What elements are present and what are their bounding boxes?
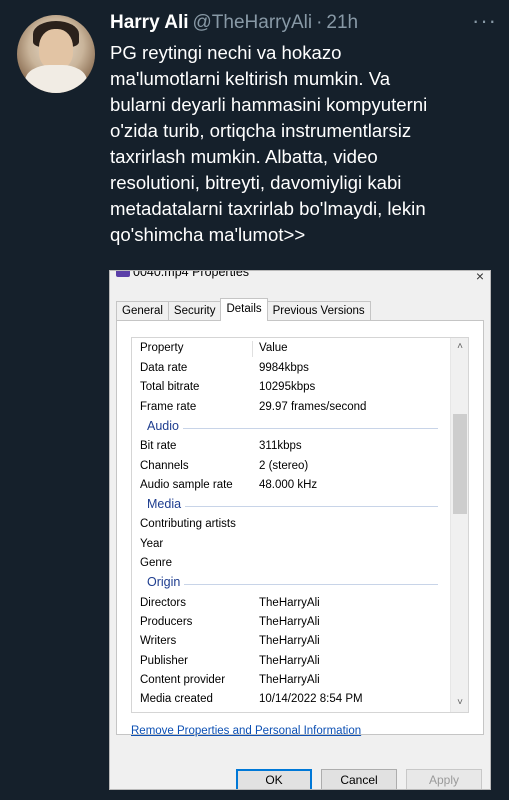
property-row[interactable]: Year: [132, 536, 450, 555]
tab-previous-versions[interactable]: Previous Versions: [266, 301, 371, 321]
section-divider: [147, 584, 438, 586]
property-row[interactable]: Contributing artists: [132, 516, 450, 535]
tweet-text-line: taxrirlash mumkin. Albatta, video: [110, 146, 378, 167]
property-name: Year: [140, 537, 164, 550]
remove-properties-link[interactable]: Remove Properties and Personal Informati…: [131, 725, 361, 737]
ok-button[interactable]: OK: [236, 769, 312, 789]
tweet-text-line: metadatalarni taxrirlab bo'lmaydi, lekin: [110, 198, 426, 219]
scroll-down-icon[interactable]: ˅: [451, 694, 468, 712]
section-divider: [147, 427, 438, 429]
property-row[interactable]: Total bitrate 10295kbps: [132, 379, 450, 398]
property-row[interactable]: Bit rate 311kbps: [132, 438, 450, 457]
dialog-title-text: 0040.mp4 Properties: [133, 270, 250, 279]
tweet-text: PG reytingi nechi va hokazo ma'lumotlarn…: [110, 40, 505, 248]
property-name: Frame rate: [140, 400, 197, 413]
tweet-text-line: bularni deyarli hammasini kompyuterni: [110, 94, 428, 115]
property-name: Total bitrate: [140, 381, 200, 394]
property-row[interactable]: Producers TheHarryAli: [132, 614, 450, 633]
section-heading: Media: [132, 496, 450, 515]
section-label: Origin: [147, 575, 185, 590]
section-divider: [147, 506, 438, 508]
property-value[interactable]: TheHarryAli: [259, 616, 320, 628]
property-name: Writers: [140, 635, 177, 648]
cancel-button[interactable]: Cancel: [321, 769, 397, 789]
more-options-icon[interactable]: ···: [472, 10, 500, 32]
section-label: Media: [147, 497, 186, 512]
properties-dialog-screenshot[interactable]: 0040.mp4 Properties × General Security D…: [109, 270, 491, 790]
details-panel: Property Value Data rate 9984kbps Total bi…: [116, 320, 484, 737]
section-heading: Origin: [132, 574, 450, 593]
property-name: Bit rate: [140, 440, 177, 453]
tweet-time[interactable]: 21h: [326, 12, 358, 33]
property-value[interactable]: TheHarryAli: [259, 635, 320, 647]
property-row[interactable]: Channels 2 (stereo): [132, 458, 450, 477]
dialog-title: 0040.mp4 Properties: [116, 270, 250, 283]
column-header-value[interactable]: Value: [259, 342, 288, 354]
property-value[interactable]: TheHarryAli: [259, 674, 320, 686]
property-row[interactable]: Directors TheHarryAli: [132, 595, 450, 614]
video-file-icon: [116, 271, 130, 277]
vertical-scrollbar[interactable]: ˄ ˅: [450, 338, 468, 712]
apply-button[interactable]: Apply: [406, 769, 482, 789]
tab-details[interactable]: Details: [220, 298, 268, 321]
avatar-face: [39, 29, 73, 69]
scroll-up-icon[interactable]: ˄: [451, 338, 468, 356]
tab-security[interactable]: Security: [167, 301, 222, 321]
property-name: Data rate: [140, 362, 188, 374]
property-value[interactable]: 10295kbps: [259, 381, 315, 393]
tweet-text-line: PG reytingi nechi va hokazo: [110, 42, 342, 63]
section-label: Audio: [147, 418, 183, 433]
tab-general[interactable]: General: [116, 301, 169, 321]
property-name: Genre: [140, 557, 172, 569]
property-value[interactable]: 29.97 frames/second: [259, 401, 366, 413]
property-name: Publisher: [140, 654, 188, 667]
close-icon[interactable]: ×: [476, 271, 484, 284]
property-name: Producers: [140, 615, 193, 628]
property-value[interactable]: 2 (stereo): [259, 460, 308, 472]
details-list[interactable]: Property Value Data rate 9984kbps Total bi…: [131, 337, 469, 713]
property-name: Media created: [140, 693, 213, 706]
property-value[interactable]: 10/14/2022 8:54 PM: [259, 693, 363, 705]
section-heading: Audio: [132, 418, 450, 437]
tweet-text-line: o'zida turib, ortiqcha instrumentlarsiz: [110, 120, 412, 141]
property-name: Content provider: [140, 673, 226, 686]
dialog-tabs: General Security Details Previous Versio…: [116, 298, 371, 321]
property-row[interactable]: Media created 10/14/2022 8:54 PM: [132, 691, 450, 710]
property-name: Contributing artists: [140, 518, 236, 531]
property-row[interactable]: Frame rate 29.97 frames/second: [132, 399, 450, 418]
property-row[interactable]: Genre: [132, 555, 450, 574]
author-name[interactable]: Harry Ali: [110, 12, 189, 33]
tweet-text-line: ma'lumotlarni keltirish mumkin. Va: [110, 68, 391, 89]
column-divider[interactable]: [252, 341, 253, 357]
property-name: Directors: [140, 596, 187, 609]
property-row[interactable]: Data rate 9984kbps: [132, 360, 450, 379]
avatar-body: [25, 65, 87, 93]
tweet-header: Harry Ali @TheHarryAli · 21h: [110, 12, 358, 34]
property-row[interactable]: Content provider TheHarryAli: [132, 672, 450, 691]
property-row[interactable]: Writers TheHarryAli: [132, 633, 450, 652]
tweet-text-line: qo'shimcha ma'lumot>>: [110, 224, 306, 245]
author-avatar[interactable]: [17, 15, 95, 93]
property-name: Channels: [140, 459, 189, 472]
property-row[interactable]: Audio sample rate 48.000 kHz: [132, 477, 450, 496]
property-value[interactable]: 9984kbps: [259, 362, 309, 374]
column-header-property[interactable]: Property: [140, 342, 183, 354]
property-value[interactable]: 48.000 kHz: [259, 479, 317, 491]
property-value[interactable]: TheHarryAli: [259, 597, 320, 609]
scroll-thumb[interactable]: [453, 414, 467, 514]
property-row[interactable]: Publisher TheHarryAli: [132, 653, 450, 672]
property-name: Audio sample rate: [140, 478, 233, 491]
tweet-text-line: resolutioni, bitreyti, davomiyligi kabi: [110, 172, 402, 193]
property-value[interactable]: 311kbps: [259, 440, 302, 452]
property-value[interactable]: TheHarryAli: [259, 655, 320, 667]
author-handle[interactable]: @TheHarryAli: [193, 12, 313, 33]
separator-dot: ·: [316, 12, 323, 33]
